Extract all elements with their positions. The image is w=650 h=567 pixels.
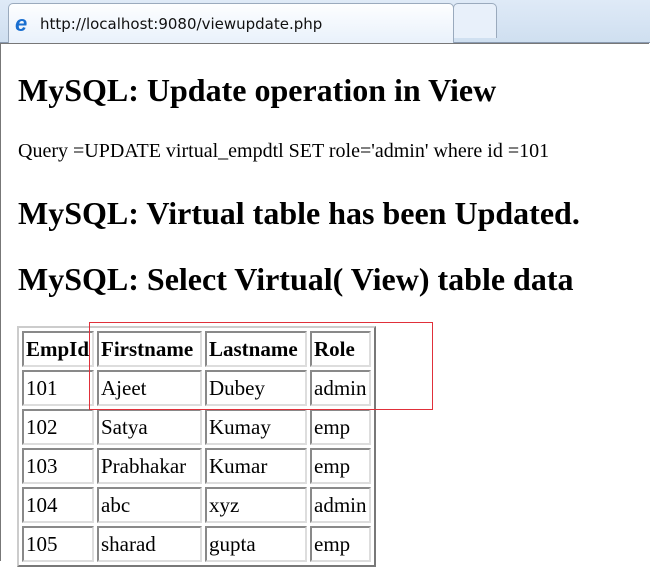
tab-title: http://localhost:9080/viewupdate.php: [40, 14, 323, 33]
cell-role: emp: [310, 526, 371, 562]
table-row: 105 sharad gupta emp: [22, 526, 371, 562]
cell-lastname: Kumar: [205, 448, 307, 484]
cell-empid: 101: [22, 370, 94, 406]
highlight-box: [89, 322, 433, 410]
cell-lastname: Kumay: [205, 409, 307, 445]
header-empid: EmpId: [22, 331, 94, 367]
cell-role: admin: [310, 487, 371, 523]
page-heading-updated: MySQL: Virtual table has been Updated.: [18, 195, 580, 231]
table-row: 102 Satya Kumay emp: [22, 409, 371, 445]
cell-firstname: Prabhakar: [97, 448, 202, 484]
cell-role: emp: [310, 448, 371, 484]
table-row: 103 Prabhakar Kumar emp: [22, 448, 371, 484]
cell-lastname: gupta: [205, 526, 307, 562]
page-heading-update: MySQL: Update operation in View: [18, 72, 497, 108]
cell-firstname: sharad: [97, 526, 202, 562]
new-tab-button[interactable]: [453, 3, 497, 38]
cell-lastname: xyz: [205, 487, 307, 523]
cell-empid: 102: [22, 409, 94, 445]
cell-firstname: Satya: [97, 409, 202, 445]
table-row: 104 abc xyz admin: [22, 487, 371, 523]
browser-tab[interactable]: e http://localhost:9080/viewupdate.php: [8, 3, 454, 43]
tab-bar: e http://localhost:9080/viewupdate.php: [0, 0, 650, 43]
cell-empid: 104: [22, 487, 94, 523]
cell-empid: 105: [22, 526, 94, 562]
query-text: Query =UPDATE virtual_empdtl SET role='a…: [18, 140, 550, 162]
cell-firstname: abc: [97, 487, 202, 523]
cell-empid: 103: [22, 448, 94, 484]
cell-role: emp: [310, 409, 371, 445]
ie-icon: e: [15, 10, 28, 36]
page-heading-select: MySQL: Select Virtual( View) table data: [18, 261, 574, 297]
